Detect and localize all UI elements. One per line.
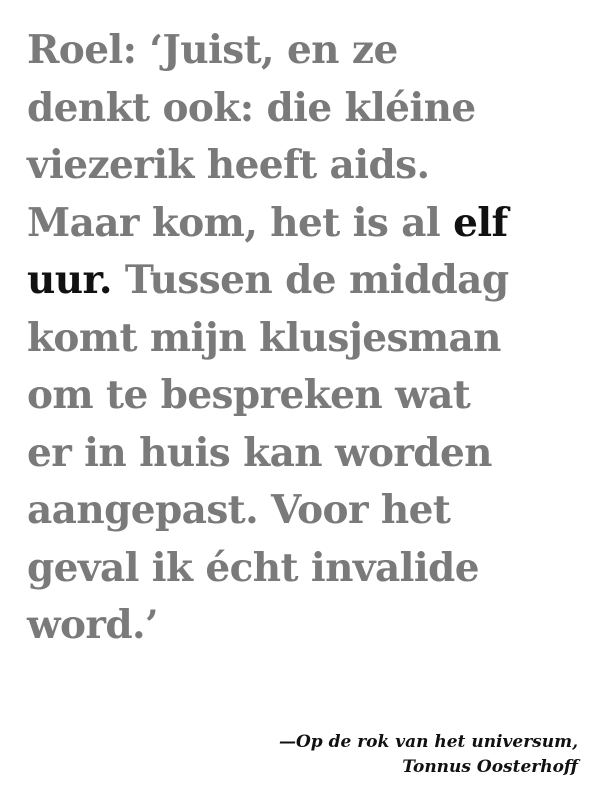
quote-line: aangepast. Voor het — [27, 487, 451, 533]
quote-text: Roel: ‘Juist, en ze denkt ook: die kléin… — [27, 22, 587, 655]
attribution-author: Tonnus Oosterhoff — [402, 757, 578, 777]
attribution-source: —Op de rok van het universum, — [278, 732, 578, 752]
highlighted-time: elf — [453, 199, 508, 246]
attribution: —Op de rok van het universum, Tonnus Oos… — [279, 730, 578, 780]
quote-line: om te bespreken wat — [27, 372, 471, 418]
quote-line: Roel: ‘Juist, en ze — [27, 27, 398, 73]
quote-line: viezerik heeft aids. — [27, 142, 430, 188]
quote-line: uur. Tussen de middag — [27, 252, 587, 310]
quote-fragment: Maar kom, het is al — [27, 199, 454, 246]
quote-card: Roel: ‘Juist, en ze denkt ook: die kléin… — [0, 0, 600, 800]
quote-line: word.’ — [27, 602, 159, 648]
highlighted-time: uur. — [27, 257, 112, 303]
quote-line: Maar kom, het is al elf — [27, 195, 587, 253]
quote-line: er in huis kan worden — [27, 429, 493, 476]
quote-fragment: Tussen de middag — [111, 257, 509, 303]
quote-line: denkt ook: die kléine — [27, 84, 476, 131]
quote-line: geval ik écht invalide — [27, 544, 480, 591]
quote-line: komt mijn klusjesman — [27, 314, 502, 361]
